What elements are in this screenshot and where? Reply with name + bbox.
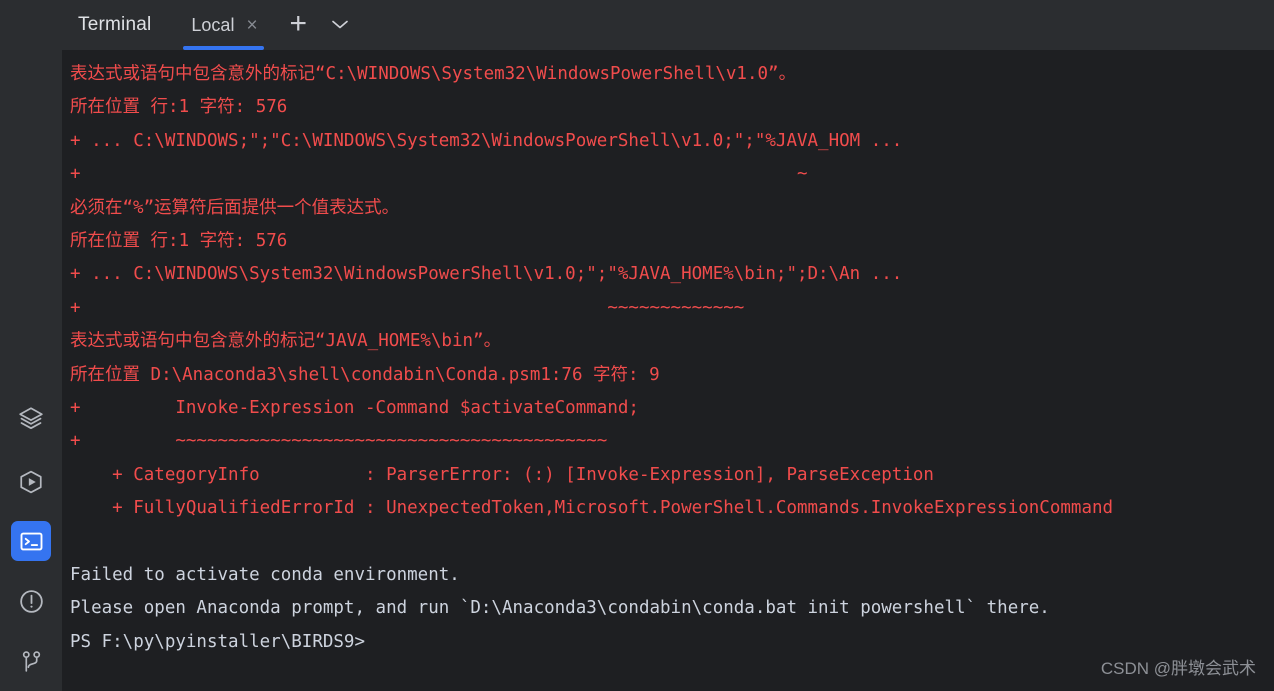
- console-line: Failed to activate conda environment.: [70, 564, 460, 585]
- console-line: 所在位置 D:\Anaconda3\shell\condabin\Conda.p…: [70, 364, 660, 385]
- git-branch-icon: [19, 649, 44, 674]
- console-line: + ... C:\WINDOWS\System32\WindowsPowerSh…: [70, 264, 903, 285]
- tool-window-title: Terminal: [78, 14, 152, 35]
- problems-icon: [18, 588, 45, 615]
- console-line: 所在位置 行:1 字符: 576: [70, 97, 288, 118]
- console-line: + Invoke-Expression -Command $activateCo…: [70, 397, 639, 418]
- tab-local-label: Local: [191, 14, 235, 35]
- console-line: + ~: [70, 164, 808, 185]
- terminal-pane: Terminal Local × + 表达式或语句中包含意外的标记“C:\WIN…: [62, 0, 1274, 691]
- add-terminal-tab-icon[interactable]: +: [290, 8, 308, 39]
- console-line: 必须在“%”运算符后面提供一个值表达式。: [70, 197, 400, 218]
- terminal-output[interactable]: 表达式或语句中包含意外的标记“C:\WINDOWS\System32\Windo…: [62, 50, 1274, 691]
- tool-window-sidebar: [0, 0, 62, 691]
- close-icon[interactable]: ×: [246, 16, 257, 35]
- ide-terminal-window: Terminal Local × + 表达式或语句中包含意外的标记“C:\WIN…: [0, 0, 1274, 691]
- sidebar-item-terminal[interactable]: [11, 521, 51, 561]
- watermark: CSDN @胖墩会武术: [1100, 659, 1256, 678]
- sidebar-item-problems[interactable]: [11, 581, 51, 621]
- layers-icon: [18, 405, 44, 431]
- sidebar-item-services[interactable]: [11, 398, 51, 438]
- terminal-icon: [19, 529, 44, 554]
- sidebar-item-run[interactable]: [11, 462, 51, 502]
- console-line: PS F:\py\pyinstaller\BIRDS9>: [70, 631, 366, 652]
- console-line: + FullyQualifiedErrorId : UnexpectedToke…: [70, 498, 1114, 519]
- console-line: + CategoryInfo : ParserError: (:) [Invok…: [70, 464, 934, 485]
- sidebar-item-git[interactable]: [11, 641, 51, 681]
- console-line: Please open Anaconda prompt, and run `D:…: [70, 598, 1050, 619]
- chevron-down-icon[interactable]: [329, 17, 351, 34]
- console-line: 所在位置 行:1 字符: 576: [70, 230, 288, 251]
- console-line: + ... C:\WINDOWS;";"C:\WINDOWS\System32\…: [70, 130, 903, 151]
- run-icon: [18, 469, 44, 495]
- terminal-tab-bar: Terminal Local × +: [62, 0, 1274, 50]
- tab-local[interactable]: Local ×: [169, 0, 271, 50]
- console-line: + ~~~~~~~~~~~~~: [70, 297, 745, 318]
- console-line: + ~~~~~~~~~~~~~~~~~~~~~~~~~~~~~~~~~~~~~~…: [70, 431, 608, 452]
- console-line: 表达式或语句中包含意外的标记“JAVA_HOME%\bin”。: [70, 331, 502, 352]
- console-line: 表达式或语句中包含意外的标记“C:\WINDOWS\System32\Windo…: [70, 64, 797, 84]
